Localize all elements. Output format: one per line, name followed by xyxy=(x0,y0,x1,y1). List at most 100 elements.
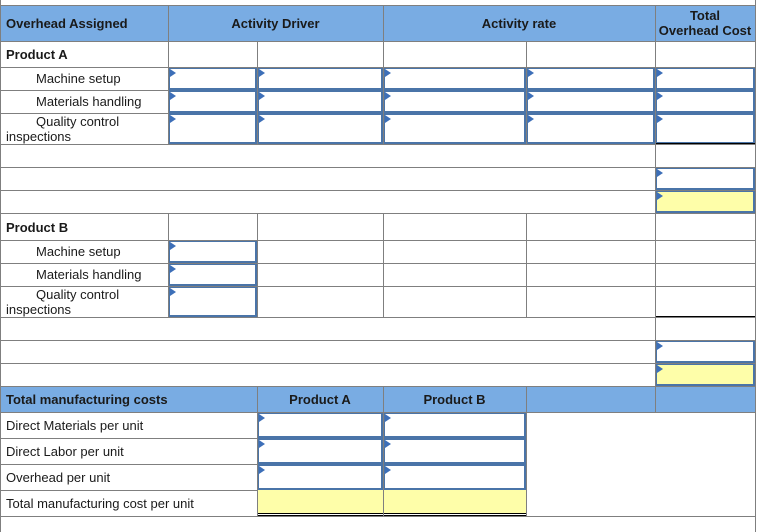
grid-line xyxy=(0,263,756,264)
mfg-total-cost-product-a[interactable] xyxy=(258,490,387,516)
input-marker-icon xyxy=(657,365,663,373)
input-marker-icon xyxy=(657,169,663,177)
input-marker-icon xyxy=(259,414,265,422)
product-a-machine-setup-total-input[interactable] xyxy=(657,69,753,88)
grid-line xyxy=(383,5,384,144)
header-overhead-assigned-label: Overhead Assigned xyxy=(6,16,128,31)
product-a-subtotal[interactable] xyxy=(655,167,755,190)
product-a-quality-control-total[interactable] xyxy=(655,113,755,144)
product-a-materials-handling-driver-1-input[interactable] xyxy=(170,92,255,111)
product-a-machine-setup-rate-1-input[interactable] xyxy=(385,69,524,88)
mfg-overhead-product-b[interactable] xyxy=(383,464,526,490)
product-a-materials-handling-rate-1[interactable] xyxy=(383,90,526,113)
grid-line xyxy=(0,90,168,91)
product-a-grand-total-input[interactable] xyxy=(657,192,753,211)
mfg-overhead-product-a-input[interactable] xyxy=(259,466,381,488)
grid-line xyxy=(0,286,756,287)
mfg-overhead-product-a[interactable] xyxy=(257,464,383,490)
product-b-materials-handling-driver-1-input[interactable] xyxy=(170,265,255,284)
worksheet: Overhead Assigned Activity Driver Activi… xyxy=(0,0,757,532)
mfg-direct-labor-product-a-input[interactable] xyxy=(259,440,381,462)
product-a-materials-handling-driver-1[interactable] xyxy=(168,90,257,113)
grid-line xyxy=(0,516,756,517)
input-marker-icon xyxy=(385,92,391,100)
product-a-quality-control-driver-1[interactable] xyxy=(168,113,257,144)
header-total-label-line2: Overhead Cost xyxy=(658,23,752,38)
input-marker-icon xyxy=(259,92,265,100)
product-b-grand-total[interactable] xyxy=(655,363,755,386)
mfg-direct-labor-product-a[interactable] xyxy=(257,438,383,464)
grid-line xyxy=(526,41,527,144)
product-a-materials-handling-total[interactable] xyxy=(655,90,755,113)
product-a-machine-setup-driver-1-input[interactable] xyxy=(170,69,255,88)
grid-line xyxy=(0,67,756,68)
grid-line xyxy=(0,412,756,413)
product-a-machine-setup-driver-2[interactable] xyxy=(257,67,383,90)
product-a-label: Product A xyxy=(6,47,68,62)
mfg-overhead-product-b-input[interactable] xyxy=(385,466,524,488)
product-a-materials-handling-rate-2-input[interactable] xyxy=(528,92,653,111)
mfg-direct-materials-product-b[interactable] xyxy=(383,412,526,438)
product-a-materials-handling-driver-2-input[interactable] xyxy=(259,92,381,111)
input-marker-icon xyxy=(259,115,265,123)
input-marker-icon xyxy=(528,115,534,123)
input-marker-icon xyxy=(657,92,663,100)
input-marker-icon xyxy=(259,466,265,474)
input-marker-icon xyxy=(657,342,663,350)
product-b-quality-control-label-1: Quality control xyxy=(36,287,120,302)
grid-line xyxy=(257,41,258,144)
mfg-direct-materials-product-a[interactable] xyxy=(257,412,383,438)
product-b-quality-control-driver-1[interactable] xyxy=(168,286,257,317)
grid-line xyxy=(0,144,756,145)
product-a-materials-handling-rate-1-input[interactable] xyxy=(385,92,524,111)
mfg-header-empty-cell-2 xyxy=(655,387,755,412)
grid-line xyxy=(383,387,384,517)
mfg-direct-materials-product-a-input[interactable] xyxy=(259,414,381,436)
product-b-quality-control-label-2: inspections xyxy=(6,302,72,317)
product-b-machine-setup-driver-1-input[interactable] xyxy=(170,242,255,261)
product-b-machine-setup-driver-1[interactable] xyxy=(168,240,257,263)
grid-line xyxy=(526,213,527,317)
product-a-subtotal-input[interactable] xyxy=(657,169,753,188)
header-activity-rate-label: Activity rate xyxy=(481,16,557,31)
product-a-quality-control-total-input[interactable] xyxy=(657,115,753,142)
product-a-quality-control-driver-2[interactable] xyxy=(257,113,383,144)
mfg-total-cost-product-b[interactable] xyxy=(384,490,530,516)
product-a-quality-control-rate-1[interactable] xyxy=(383,113,526,144)
product-a-materials-handling-rate-2[interactable] xyxy=(526,90,655,113)
input-marker-icon xyxy=(657,69,663,77)
product-a-machine-setup-rate-2[interactable] xyxy=(526,67,655,90)
mfg-header-empty-cell-1 xyxy=(526,387,655,412)
product-b-label: Product B xyxy=(6,220,69,235)
grid-line xyxy=(0,240,756,241)
mfg-direct-labor-product-b-input[interactable] xyxy=(385,440,524,462)
product-b-subtotal[interactable] xyxy=(655,340,755,363)
product-b-quality-control-driver-1-input[interactable] xyxy=(170,288,255,315)
product-a-quality-control-rate-1-input[interactable] xyxy=(385,115,524,142)
product-b-machine-setup-label: Machine setup xyxy=(36,244,121,259)
product-a-machine-setup-driver-2-input[interactable] xyxy=(259,69,381,88)
product-b-subtotal-input[interactable] xyxy=(657,342,753,361)
mfg-direct-materials-product-b-input[interactable] xyxy=(385,414,524,436)
product-a-quality-control-rate-2[interactable] xyxy=(526,113,655,144)
product-a-quality-control-driver-2-input[interactable] xyxy=(259,115,381,142)
product-a-machine-setup-rate-1[interactable] xyxy=(383,67,526,90)
grid-line xyxy=(383,213,384,317)
product-a-materials-handling-driver-2[interactable] xyxy=(257,90,383,113)
mfg-direct-labor-product-b[interactable] xyxy=(383,438,526,464)
product-a-machine-setup-total[interactable] xyxy=(655,67,755,90)
grid-line xyxy=(0,190,756,191)
product-a-quality-control-rate-2-input[interactable] xyxy=(528,115,653,142)
product-a-materials-handling-total-input[interactable] xyxy=(657,92,753,111)
input-marker-icon xyxy=(528,69,534,77)
product-b-materials-handling-label: Materials handling xyxy=(36,267,142,282)
product-a-machine-setup-driver-1[interactable] xyxy=(168,67,257,90)
product-b-grand-total-input[interactable] xyxy=(657,365,753,384)
product-a-materials-handling-label: Materials handling xyxy=(36,94,142,109)
product-b-materials-handling-driver-1[interactable] xyxy=(168,263,257,286)
input-marker-icon xyxy=(385,69,391,77)
product-a-machine-setup-rate-2-input[interactable] xyxy=(528,69,653,88)
product-a-grand-total[interactable] xyxy=(655,190,755,213)
product-a-quality-control-driver-1-input[interactable] xyxy=(170,115,255,142)
mfg-header-product-a: Product A xyxy=(289,392,351,407)
